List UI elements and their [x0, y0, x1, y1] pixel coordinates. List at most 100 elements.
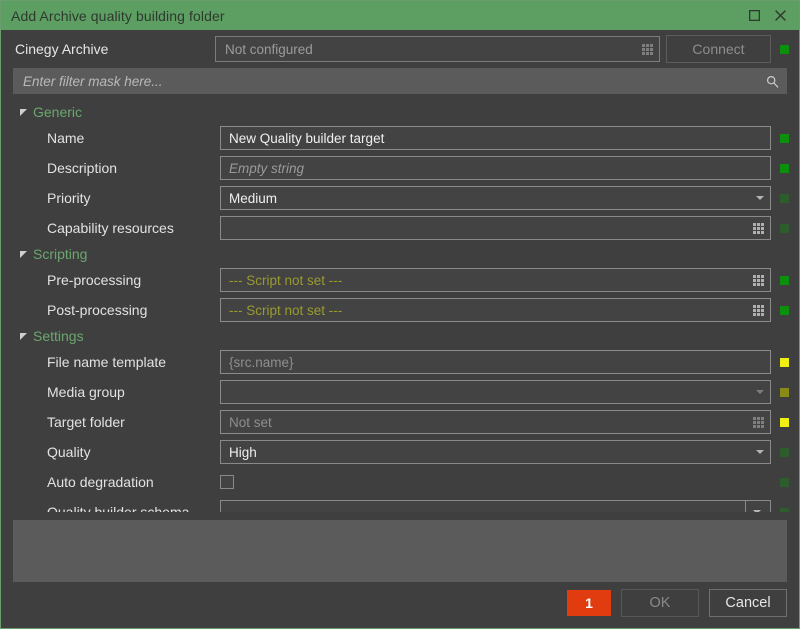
property-field[interactable]: {src.name}	[220, 350, 771, 374]
property-field[interactable]: --- Script not set ---	[220, 298, 771, 322]
status-indicator	[780, 387, 789, 397]
status-indicator	[780, 163, 789, 173]
ok-button[interactable]: OK	[621, 589, 699, 617]
section-header[interactable]: Generic	[19, 101, 789, 123]
property-control	[220, 475, 789, 489]
property-label: Description	[47, 160, 118, 176]
property-control: Empty string	[220, 156, 789, 180]
grid-dots-icon[interactable]	[753, 416, 764, 428]
archive-label: Cinegy Archive	[15, 41, 109, 57]
property-field[interactable]: High	[220, 440, 771, 464]
property-label: Target folder	[47, 414, 125, 430]
property-control: High	[220, 440, 789, 464]
archive-connection-row: Cinegy Archive Not configured Connect	[1, 30, 799, 68]
maximize-icon[interactable]	[741, 3, 767, 29]
property-field[interactable]: New Quality builder target	[220, 126, 771, 150]
status-indicator	[780, 507, 789, 512]
property-label: Quality builder schema	[47, 504, 190, 512]
property-label: Quality	[47, 444, 91, 460]
chevron-down-icon[interactable]	[756, 390, 764, 394]
property-field[interactable]: --- Script not set ---	[220, 268, 771, 292]
property-grid: Generic Name New Quality builder target Des…	[1, 94, 799, 512]
close-icon[interactable]	[767, 3, 793, 29]
property-control	[220, 380, 789, 404]
section-header[interactable]: Settings	[19, 325, 789, 347]
property-label: Media group	[47, 384, 125, 400]
search-icon[interactable]	[766, 75, 779, 88]
property-label: Name	[47, 130, 85, 146]
property-field[interactable]: Medium	[220, 186, 771, 210]
property-control: New Quality builder target	[220, 126, 789, 150]
status-indicator	[780, 305, 789, 315]
property-label: Post-processing	[47, 302, 148, 318]
property-control: Not set	[220, 410, 789, 434]
property-value: --- Script not set ---	[229, 272, 343, 288]
property-row: Post-processing --- Script not set ---	[15, 295, 789, 325]
property-field[interactable]: Empty string	[220, 156, 771, 180]
property-row: Priority Medium	[15, 183, 789, 213]
property-field[interactable]	[220, 500, 771, 512]
collapse-triangle-icon[interactable]	[19, 332, 31, 341]
status-indicator	[780, 193, 789, 203]
property-row: Capability resources	[15, 213, 789, 243]
status-indicator	[780, 133, 789, 143]
property-value: Not set	[229, 414, 272, 430]
property-label: File name template	[47, 354, 167, 370]
property-control: --- Script not set ---	[220, 298, 789, 322]
chevron-down-icon[interactable]	[753, 510, 761, 512]
connect-button[interactable]: Connect	[666, 35, 771, 63]
section-label: Generic	[33, 104, 83, 120]
status-indicator	[780, 223, 789, 233]
section-label: Scripting	[33, 246, 88, 262]
chevron-down-icon[interactable]	[756, 196, 764, 200]
property-value: Medium	[229, 190, 278, 206]
filter-mask-placeholder: Enter filter mask here...	[23, 73, 163, 89]
status-indicator	[780, 275, 789, 285]
property-label: Auto degradation	[47, 474, 154, 490]
status-indicator	[780, 447, 789, 457]
collapse-triangle-icon[interactable]	[19, 250, 31, 259]
filter-mask-bar[interactable]: Enter filter mask here...	[13, 68, 787, 94]
window-title: Add Archive quality building folder	[11, 7, 225, 24]
property-label: Capability resources	[47, 220, 174, 236]
description-panel	[13, 520, 787, 582]
grid-dots-icon[interactable]	[753, 304, 764, 316]
property-row: Pre-processing --- Script not set ---	[15, 265, 789, 295]
property-control: {src.name}	[220, 350, 789, 374]
dialog-window: Add Archive quality building folder Cine…	[0, 0, 800, 629]
auto-degradation-checkbox[interactable]	[220, 475, 234, 489]
status-indicator	[780, 357, 789, 367]
property-row: Description Empty string	[15, 153, 789, 183]
section-header[interactable]: Scripting	[19, 243, 789, 265]
archive-status-indicator	[780, 44, 789, 54]
property-value: High	[229, 444, 257, 460]
grid-dots-icon[interactable]	[642, 43, 653, 55]
property-value: --- Script not set ---	[229, 302, 343, 318]
property-field[interactable]	[220, 380, 771, 404]
property-control	[220, 500, 789, 512]
property-value: Empty string	[229, 160, 305, 176]
grid-dots-icon[interactable]	[753, 222, 764, 234]
dropdown-button[interactable]	[745, 501, 770, 512]
error-count-badge[interactable]: 1	[567, 590, 611, 616]
chevron-down-icon[interactable]	[756, 450, 764, 454]
collapse-triangle-icon[interactable]	[19, 108, 31, 117]
property-control: Medium	[220, 186, 789, 210]
property-label: Priority	[47, 190, 91, 206]
property-label: Pre-processing	[47, 272, 142, 288]
property-field[interactable]: Not set	[220, 410, 771, 434]
archive-value-field[interactable]: Not configured	[215, 36, 660, 62]
property-row: Media group	[15, 377, 789, 407]
cancel-button[interactable]: Cancel	[709, 589, 787, 617]
status-indicator	[780, 417, 789, 427]
property-field[interactable]	[220, 216, 771, 240]
property-row: Target folder Not set	[15, 407, 789, 437]
property-row: File name template {src.name}	[15, 347, 789, 377]
dialog-footer: 1 OK Cancel	[1, 582, 799, 628]
property-value: {src.name}	[229, 354, 294, 370]
section-label: Settings	[33, 328, 84, 344]
property-row: Name New Quality builder target	[15, 123, 789, 153]
property-control: --- Script not set ---	[220, 268, 789, 292]
grid-dots-icon[interactable]	[753, 274, 764, 286]
title-bar: Add Archive quality building folder	[1, 1, 799, 30]
